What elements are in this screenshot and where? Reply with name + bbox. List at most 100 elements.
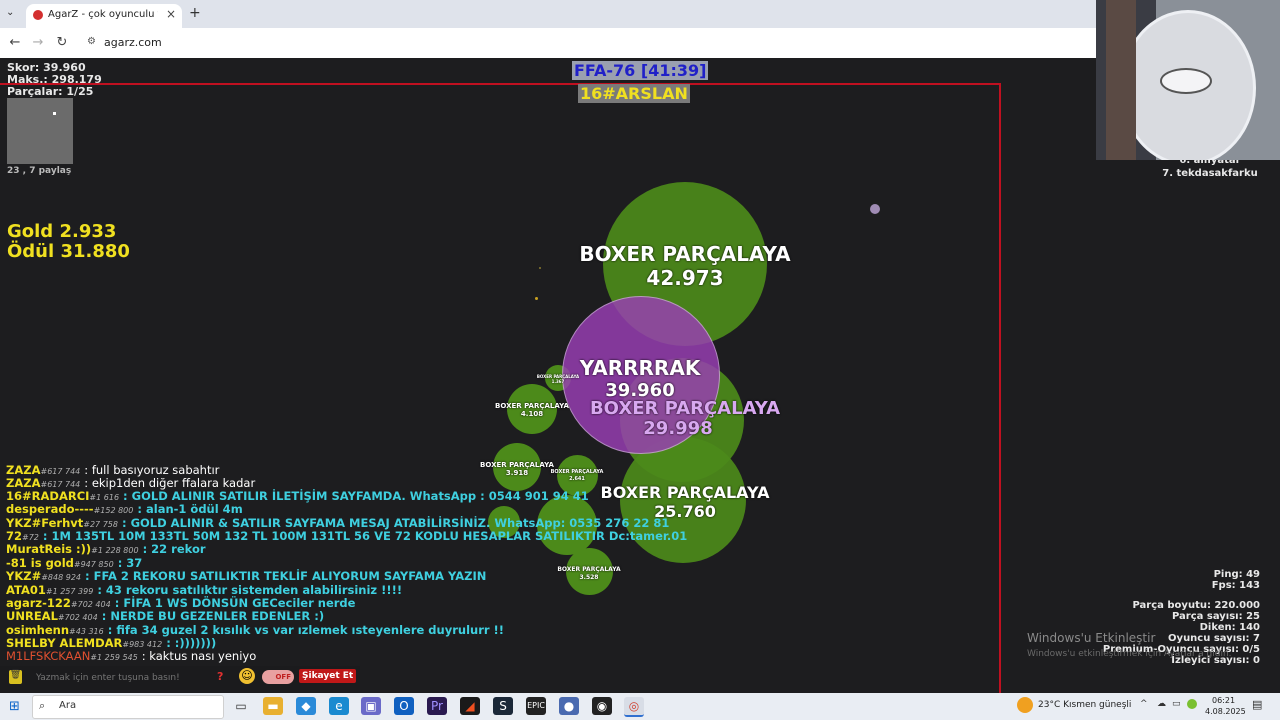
chat-input[interactable] — [34, 669, 208, 687]
share-text[interactable]: 23 , 7 paylaş — [7, 166, 71, 176]
windows-taskbar: ⊞ ⌕ Ara ▭ ▬ ◆ e ▣ O Pr ◢ S EPIC ● ◉ ◎ 23… — [0, 693, 1280, 720]
search-icon: ⌕ — [39, 699, 46, 712]
tab-list-icon[interactable]: ⌄ — [6, 7, 14, 18]
address-bar[interactable]: ⚙ agarz.com — [80, 32, 1090, 54]
chat-message: : FFA 2 REKORU SATILIKTIR TEKLİF ALIYORU… — [85, 569, 487, 583]
chat-user: M1LFSKCKAAN — [6, 649, 91, 663]
premiere-icon[interactable]: Pr — [427, 697, 447, 715]
toggle-switch[interactable]: OFF — [262, 670, 294, 684]
tray-app-icon[interactable] — [1187, 699, 1197, 709]
copilot-icon[interactable]: ◆ — [296, 697, 316, 715]
file-explorer-icon[interactable]: ▬ — [263, 697, 283, 715]
chat-user-id: #983 412 — [122, 640, 163, 649]
emoji-icon[interactable]: ☺ — [239, 668, 255, 684]
site-favicon-icon — [33, 10, 43, 20]
steam-icon[interactable]: S — [493, 697, 513, 715]
start-icon[interactable]: ⊞ — [9, 699, 20, 714]
chat-message: : 22 rekor — [142, 542, 206, 556]
search-label: Ara — [59, 700, 77, 711]
chat-message: : FİFA 1 WS DÖNSÜN GECeciler nerde — [114, 596, 356, 610]
task-view-icon[interactable]: ▭ — [231, 697, 251, 715]
new-tab-button[interactable]: + — [189, 5, 201, 21]
tab-title: AgarZ - çok oyunculu tarayıcı o — [48, 9, 158, 20]
report-button[interactable]: Şikayet Et — [299, 669, 357, 683]
taskbar-search[interactable]: ⌕ Ara — [32, 695, 224, 719]
piece-size-text: Parça boyutu: 220.000 — [1132, 600, 1261, 611]
pellet — [535, 297, 538, 300]
help-icon[interactable]: ? — [217, 670, 223, 683]
chat-user: desperado---- — [6, 502, 94, 516]
chat-message: : fifa 34 guzel 2 kısılık vs var ızlemek… — [107, 623, 505, 637]
cell-mass: 29.998 — [643, 418, 713, 439]
chat-message: : full basıyoruz sabahtır — [84, 463, 220, 477]
chat-line: osimhenn#43 316 : fifa 34 guzel 2 kısılı… — [6, 623, 504, 637]
epic-games-icon[interactable]: EPIC — [526, 697, 546, 715]
reward-text: Ödül 31.880 — [7, 241, 130, 262]
fps-text: Fps: 143 — [1211, 580, 1260, 591]
chat-message: : :))))))) — [166, 636, 217, 650]
chat-user-id: #947 850 — [73, 560, 114, 569]
chat-message: : 37 — [117, 556, 143, 570]
store-icon[interactable]: ▣ — [361, 697, 381, 715]
chat-user: 16#RADARCI — [6, 489, 90, 503]
site-info-icon[interactable]: ⚙ — [87, 36, 96, 47]
app-icon[interactable]: ◢ — [460, 697, 480, 715]
chat-user: ZAZA — [6, 476, 41, 490]
back-icon[interactable]: ← — [6, 35, 24, 50]
chat-user: MuratReis :)) — [6, 542, 92, 556]
chat-user-id: #27 758 — [83, 520, 118, 529]
clock-date[interactable]: 4.08.2025 — [1205, 707, 1246, 716]
chat-line: UNREAL#702 404 : NERDE BU GEZENLER EDENL… — [6, 609, 324, 623]
forward-icon[interactable]: → — [29, 35, 47, 50]
notification-icon[interactable]: ▤ — [1252, 698, 1262, 711]
activation-watermark: Windows'u Etkinleştir — [1027, 631, 1156, 645]
gold-text: Gold 2.933 — [7, 221, 117, 242]
chat-line: -81 is gold#947 850 : 37 — [6, 556, 142, 570]
ping-text: Ping: 49 — [1213, 569, 1260, 580]
minimap-player-dot — [53, 112, 56, 115]
chat-message: : GOLD ALINIR & SATILIR SAYFAMA MESAJ AT… — [121, 516, 670, 530]
trash-icon[interactable]: 🗑 — [9, 670, 22, 684]
cloud-icon[interactable]: ☁ — [1157, 699, 1166, 709]
reload-icon[interactable]: ↻ — [53, 35, 71, 50]
chrome-icon[interactable]: ◎ — [624, 697, 644, 717]
chat-message: : kaktus nası yeniyo — [141, 649, 257, 663]
clock-time[interactable]: 06:21 — [1212, 696, 1235, 705]
chat-line: MuratReis :))#1 228 800 : 22 rekor — [6, 542, 206, 556]
cell-name: BOXER PARÇALAYA — [550, 469, 604, 475]
cell-name: BOXER PARÇALAYA — [480, 461, 554, 469]
tab-close-icon[interactable]: × — [166, 7, 176, 21]
chat-user-id: #702 404 — [70, 600, 111, 609]
game-canvas[interactable]: Skor: 39.960 Maks.: 298.179 Parçalar: 1/… — [0, 58, 1280, 693]
chat-line: YKZ#Ferhvt#27 758 : GOLD ALINIR & SATILI… — [6, 516, 669, 530]
outlook-icon[interactable]: O — [394, 697, 414, 715]
player-tag: 16#ARSLAN — [578, 84, 690, 103]
pieces-text: Parçalar: 1/25 — [7, 85, 94, 98]
cell-mass: 4.108 — [520, 410, 544, 418]
chat-input-bar: 🗑 ? ☺ OFF Şikayet Et — [0, 666, 360, 690]
pellet — [539, 267, 541, 269]
chat-line: M1LFSKCKAAN#1 259 545 : kaktus nası yeni… — [6, 649, 256, 663]
chat-line: desperado----#152 800 : alan-1 ödül 4m — [6, 502, 243, 516]
fan-hub — [1160, 68, 1212, 94]
player-name: YARRRRAK — [579, 356, 701, 380]
cell-name: BOXER PARÇALAYA — [589, 398, 781, 419]
cell-name: BOXER PARÇALAYA — [579, 242, 791, 266]
network-icon[interactable]: ▭ — [1172, 699, 1181, 709]
minimap — [7, 98, 73, 164]
player-count-text: Oyuncu sayısı: 7 — [1168, 633, 1260, 644]
chat-user-id: #848 924 — [41, 573, 82, 582]
obs-icon[interactable]: ◉ — [592, 697, 612, 715]
chat-user: ATA01 — [6, 583, 46, 597]
edge-icon[interactable]: e — [329, 697, 349, 715]
piece-count-text: Parça sayısı: 25 — [1171, 611, 1260, 622]
weather-text[interactable]: 23°C Kısmen güneşli — [1038, 700, 1131, 710]
tray-chevron-icon[interactable]: ^ — [1140, 699, 1148, 709]
weather-icon[interactable] — [1017, 697, 1033, 713]
chat-line: YKZ##848 924 : FFA 2 REKORU SATILIKTIR T… — [6, 569, 486, 583]
browser-tab[interactable]: AgarZ - çok oyunculu tarayıcı o × — [26, 4, 182, 28]
activation-watermark-sub: Windows'u etkinleştirmek için Ayarlar'a … — [1027, 649, 1232, 659]
app-icon[interactable]: ● — [559, 697, 579, 715]
chat-user: UNREAL — [6, 609, 58, 623]
chat-line: 16#RADARCI#1 616 : GOLD ALINIR SATILIR İ… — [6, 489, 589, 503]
